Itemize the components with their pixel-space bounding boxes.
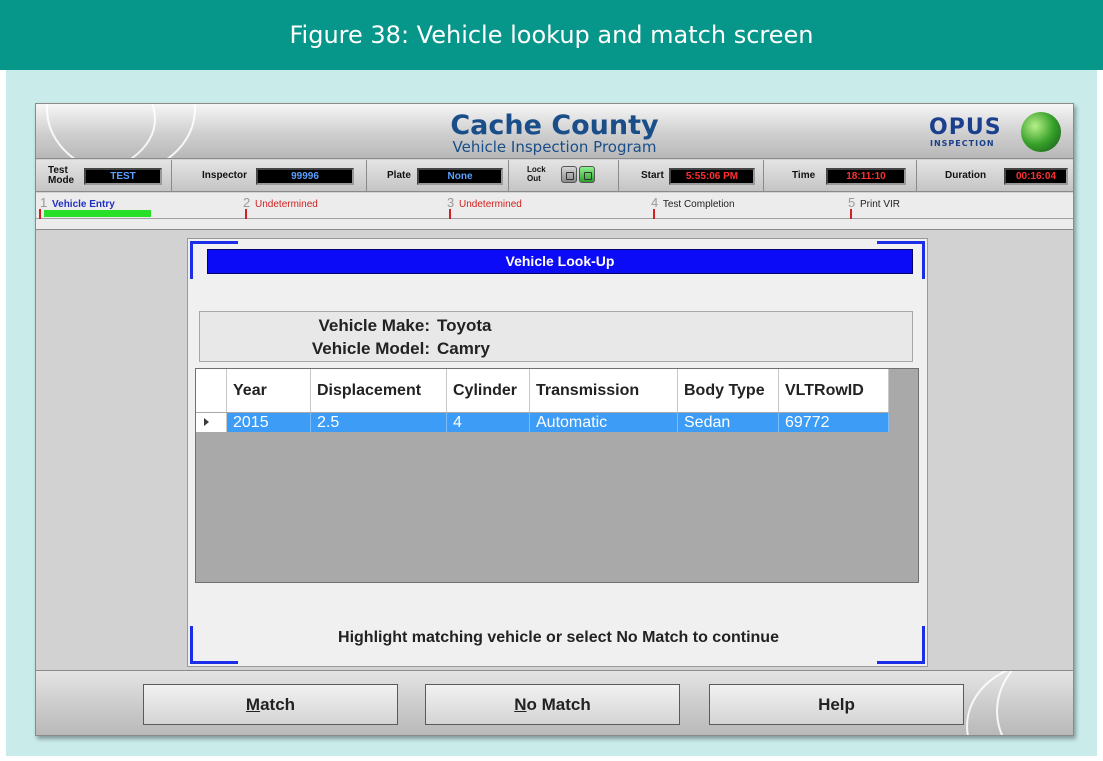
step-number: 1 [40, 195, 48, 210]
match-button[interactable]: Match [143, 684, 398, 725]
start-value: 5:55:06 PM [669, 168, 755, 185]
logo-subtext: INSPECTION [930, 139, 995, 148]
test-mode-value: TEST [84, 168, 162, 185]
cell-displacement: 2.5 [311, 413, 447, 432]
step-label: Test Completion [662, 199, 735, 210]
column-header-cylinder[interactable]: Cylinder [447, 369, 530, 412]
unlock-icon[interactable] [579, 166, 595, 183]
opus-logo: OPUS INSPECTION [929, 112, 1069, 156]
time-label: Time [792, 170, 816, 181]
inspector-value: 99996 [256, 168, 354, 185]
step-label: Undetermined [255, 199, 318, 210]
table-row[interactable]: 2015 2.5 4 Automatic Sedan 69772 [196, 413, 889, 432]
logo-name: OPUS [929, 115, 1002, 140]
plate-value: None [417, 168, 503, 185]
column-header-displacement[interactable]: Displacement [311, 369, 447, 412]
duration-value: 00:16:04 [1004, 168, 1068, 185]
lockout-cell: Lock Out [509, 160, 619, 192]
column-header-transmission[interactable]: Transmission [530, 369, 678, 412]
duration-label: Duration [945, 170, 987, 181]
app-subtitle: Vehicle Inspection Program [452, 138, 657, 156]
progress-bar-fill [44, 210, 151, 217]
make-label: Vehicle Make: [318, 316, 430, 335]
time-cell: Time 18:11:10 [764, 160, 917, 192]
start-label: Start [641, 170, 664, 181]
step-number: 2 [243, 195, 251, 210]
step-2[interactable]: 2 Undetermined [243, 195, 318, 210]
plate-cell: Plate None [367, 160, 509, 192]
step-tick [850, 209, 852, 219]
match-mnemonic: M [245, 694, 261, 714]
make-value: Toyota [437, 316, 492, 335]
corner-decoration [190, 241, 193, 279]
inspector-label: Inspector [202, 170, 248, 181]
corner-decoration [877, 241, 925, 244]
model-value: Camry [437, 339, 490, 358]
corner-decoration [190, 661, 238, 664]
step-tick [653, 209, 655, 219]
step-label: Print VIR [860, 199, 901, 210]
app-title: Cache County [450, 110, 659, 141]
no-match-label: o Match [526, 694, 591, 714]
lockout-label: Lock Out [527, 165, 546, 183]
step-tick [245, 209, 247, 219]
step-tick [449, 209, 451, 219]
panel-title: Vehicle Look-Up [207, 249, 913, 274]
step-vehicle-entry[interactable]: 1 Vehicle Entry [40, 195, 115, 210]
lock-icon[interactable] [561, 166, 577, 183]
button-bar: Match No Match Help [36, 670, 1073, 735]
vehicle-lookup-panel: Vehicle Look-Up Vehicle Make: Toyota Veh… [187, 238, 928, 667]
step-number: 4 [651, 195, 659, 210]
column-header-body-type[interactable]: Body Type [678, 369, 779, 412]
step-number: 3 [447, 195, 455, 210]
test-mode-label: Test Mode [48, 165, 75, 186]
app-window: Cache County Vehicle Inspection Program … [35, 103, 1074, 736]
instruction-text: Highlight matching vehicle or select No … [338, 629, 779, 646]
column-header-vltrowid[interactable]: VLTRowID [779, 369, 889, 412]
cell-cylinder: 4 [447, 413, 530, 432]
column-header-year[interactable]: Year [227, 369, 311, 412]
test-mode-cell: Test Mode TEST [36, 160, 172, 192]
step-label: Vehicle Entry [52, 199, 115, 210]
vehicle-grid[interactable]: Year Displacement Cylinder Transmission … [195, 368, 919, 583]
globe-icon [1021, 112, 1061, 152]
help-button[interactable]: Help [709, 684, 964, 725]
duration-cell: Duration 00:16:04 [917, 160, 1073, 192]
model-label: Vehicle Model: [311, 339, 430, 358]
match-label: atch [260, 694, 296, 714]
cell-vltrowid: 69772 [779, 413, 889, 432]
footer-swirl-decoration [996, 671, 1073, 735]
step-label: Undetermined [459, 199, 522, 210]
app-header: Cache County Vehicle Inspection Program … [36, 104, 1073, 159]
corner-decoration [190, 241, 238, 244]
step-tick [39, 209, 41, 219]
step-number: 5 [848, 195, 856, 210]
inspector-cell: Inspector 99996 [172, 160, 367, 192]
step-3[interactable]: 3 Undetermined [447, 195, 522, 210]
status-row: Test Mode TEST Inspector 99996 Plate Non… [36, 160, 1073, 192]
progress-baseline [36, 218, 1073, 219]
figure-caption: Figure 38: Vehicle lookup and match scre… [0, 0, 1103, 70]
plate-label: Plate [387, 170, 411, 181]
step-test-completion[interactable]: 4 Test Completion [651, 195, 735, 210]
no-match-button[interactable]: No Match [425, 684, 680, 725]
grid-header: Year Displacement Cylinder Transmission … [196, 369, 889, 412]
no-match-mnemonic: N [514, 694, 527, 714]
row-selector-arrow-icon [196, 413, 227, 432]
start-cell: Start 5:55:06 PM [619, 160, 764, 192]
cell-transmission: Automatic [530, 413, 678, 432]
header-corner [196, 369, 227, 412]
corner-decoration [922, 241, 925, 279]
time-value: 18:11:10 [826, 168, 906, 185]
step-print-vir[interactable]: 5 Print VIR [848, 195, 900, 210]
cell-body-type: Sedan [678, 413, 779, 432]
corner-decoration [877, 661, 925, 664]
cell-year: 2015 [227, 413, 311, 432]
vehicle-info-box: Vehicle Make: Toyota Vehicle Model: Camr… [199, 311, 913, 362]
progress-steps: 1 Vehicle Entry 2 Undetermined 3 Undeter… [36, 193, 1073, 230]
